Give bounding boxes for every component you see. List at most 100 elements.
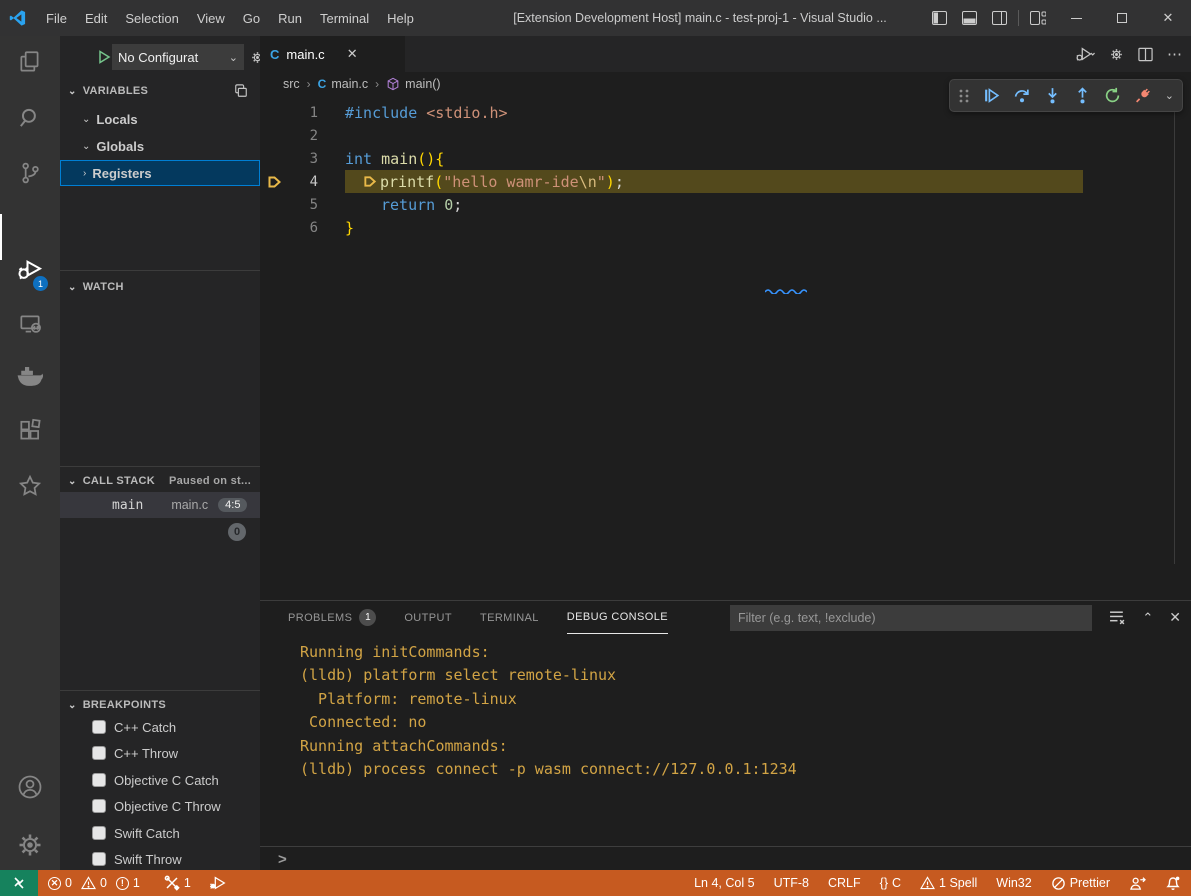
breakpoint-objc-throw[interactable]: Objective C Throw: [60, 793, 260, 819]
search-icon[interactable]: [0, 94, 60, 142]
checkbox-unchecked[interactable]: [92, 852, 106, 866]
disconnect-icon[interactable]: [1134, 87, 1152, 104]
step-into-icon[interactable]: [1044, 87, 1061, 104]
close-panel-icon[interactable]: ✕: [1169, 609, 1181, 626]
variables-section-header[interactable]: ⌄ VARIABLES: [60, 80, 260, 102]
scope-locals[interactable]: ⌄ Locals: [60, 106, 260, 132]
feedback-status[interactable]: [1129, 876, 1146, 891]
maximize-button[interactable]: [1099, 0, 1145, 36]
tab-close-icon[interactable]: ✕: [347, 46, 358, 62]
language-mode[interactable]: {} C: [880, 876, 901, 890]
eol-sequence[interactable]: CRLF: [828, 876, 861, 890]
remote-indicator[interactable]: [0, 870, 38, 896]
problems-status[interactable]: ✕ 0 0 ! 1: [48, 876, 140, 890]
menu-go[interactable]: Go: [234, 0, 269, 36]
checkbox-unchecked[interactable]: [92, 746, 106, 760]
breakpoints-section-header[interactable]: ⌄ BREAKPOINTS: [60, 694, 260, 716]
source-control-icon[interactable]: [0, 149, 60, 197]
more-actions-icon[interactable]: ⋯: [1167, 45, 1183, 63]
restart-icon[interactable]: [1104, 87, 1121, 104]
spell-checker-status[interactable]: 1 Spell: [920, 876, 977, 890]
menu-terminal[interactable]: Terminal: [311, 0, 378, 36]
debug-console-output[interactable]: Running initCommands:(lldb) platform sel…: [260, 641, 1191, 813]
step-out-icon[interactable]: [1074, 87, 1091, 104]
callstack-section-header[interactable]: ⌄ CALL STACK Paused on st...: [60, 470, 260, 492]
menu-edit[interactable]: Edit: [76, 0, 116, 36]
token-printf: printf: [380, 173, 434, 191]
chevron-down-icon[interactable]: ⌄: [1165, 89, 1174, 102]
breadcrumb-file[interactable]: main.c: [331, 77, 368, 91]
remote-explorer-icon[interactable]: [0, 300, 60, 348]
cursor-position[interactable]: Ln 4, Col 5: [694, 876, 754, 890]
breadcrumb-folder[interactable]: src: [283, 77, 300, 91]
debug-status[interactable]: [209, 875, 227, 891]
line-number[interactable]: 1: [290, 105, 318, 121]
extensions-icon[interactable]: [0, 407, 60, 455]
start-debugging-icon[interactable]: [96, 49, 112, 65]
checkbox-unchecked[interactable]: [92, 720, 106, 734]
checkbox-unchecked[interactable]: [92, 826, 106, 840]
line-number[interactable]: 5: [290, 197, 318, 213]
formatter-status[interactable]: Prettier: [1051, 876, 1110, 891]
tab-output[interactable]: OUTPUT: [404, 601, 452, 634]
breakpoint-objc-catch[interactable]: Objective C Catch: [60, 767, 260, 793]
tab-problems[interactable]: PROBLEMS 1: [288, 601, 376, 634]
breakpoint-swift-throw[interactable]: Swift Throw: [60, 846, 260, 870]
scope-globals[interactable]: ⌄ Globals: [60, 133, 260, 159]
notifications-bell[interactable]: [1165, 875, 1181, 891]
editor-scrollbar[interactable]: [1174, 104, 1175, 564]
thread-row[interactable]: 0: [60, 519, 260, 545]
breakpoint-swift-catch[interactable]: Swift Catch: [60, 820, 260, 846]
split-editor-icon[interactable]: [1138, 47, 1153, 62]
checkbox-unchecked[interactable]: [92, 799, 106, 813]
tab-terminal[interactable]: TERMINAL: [480, 601, 539, 634]
line-number[interactable]: 6: [290, 220, 318, 236]
tab-debug-console[interactable]: DEBUG CONSOLE: [567, 601, 668, 634]
copy-icon[interactable]: [234, 84, 248, 98]
tab-main-c[interactable]: C main.c ✕: [260, 36, 405, 72]
star-extension-icon[interactable]: [0, 462, 60, 510]
accounts-icon[interactable]: [0, 763, 60, 811]
tools-status[interactable]: 1: [164, 875, 191, 891]
encoding[interactable]: UTF-8: [774, 876, 809, 890]
drag-handle-icon[interactable]: [958, 88, 970, 104]
toggle-panel-icon[interactable]: [954, 0, 984, 36]
step-over-icon[interactable]: [1013, 87, 1031, 104]
launch-configuration-dropdown[interactable]: No Configurat ⌄: [112, 44, 244, 70]
minimize-button[interactable]: [1053, 0, 1099, 36]
maximize-panel-icon[interactable]: ⌃: [1142, 610, 1153, 626]
breadcrumb-symbol[interactable]: main(): [405, 77, 440, 91]
debug-console-input[interactable]: >: [260, 846, 1191, 871]
close-button[interactable]: ✕: [1145, 0, 1191, 36]
menu-help[interactable]: Help: [378, 0, 423, 36]
continue-icon[interactable]: [983, 87, 1000, 104]
launch-settings-gear-icon[interactable]: [250, 50, 260, 65]
settings-gear-icon[interactable]: [0, 821, 60, 869]
run-and-debug-icon[interactable]: 1: [0, 244, 60, 292]
menu-run[interactable]: Run: [269, 0, 311, 36]
watch-section-header[interactable]: ⌄ WATCH: [60, 276, 260, 298]
platform-status[interactable]: Win32: [996, 876, 1031, 890]
stack-frame-row[interactable]: main main.c 4:5: [60, 492, 260, 518]
line-number[interactable]: 3: [290, 151, 318, 167]
breakpoint-cpp-catch[interactable]: C++ Catch: [60, 714, 260, 740]
toggle-secondary-sidebar-icon[interactable]: [984, 0, 1014, 36]
customize-layout-icon[interactable]: [1023, 0, 1053, 36]
menu-view[interactable]: View: [188, 0, 234, 36]
line-number-current[interactable]: 4: [290, 174, 318, 190]
code-editor[interactable]: 1 #include <stdio.h> 2 3 int main(){ 4 p…: [260, 96, 1191, 636]
run-or-debug-icon[interactable]: [1075, 46, 1095, 62]
editor-settings-gear-icon[interactable]: [1109, 47, 1124, 62]
menu-selection[interactable]: Selection: [116, 0, 187, 36]
line-number[interactable]: 2: [290, 128, 318, 144]
docker-icon[interactable]: [0, 352, 60, 400]
clear-console-icon[interactable]: [1109, 610, 1126, 625]
breakpoint-cpp-throw[interactable]: C++ Throw: [60, 740, 260, 766]
checkbox-unchecked[interactable]: [92, 773, 106, 787]
toggle-sidebar-icon[interactable]: [924, 0, 954, 36]
scope-registers[interactable]: › Registers: [60, 160, 260, 186]
console-filter-input[interactable]: Filter (e.g. text, !exclude): [730, 605, 1092, 631]
explorer-icon[interactable]: [0, 38, 60, 86]
menu-file[interactable]: File: [37, 0, 76, 36]
debug-current-step-icon[interactable]: [267, 174, 283, 190]
